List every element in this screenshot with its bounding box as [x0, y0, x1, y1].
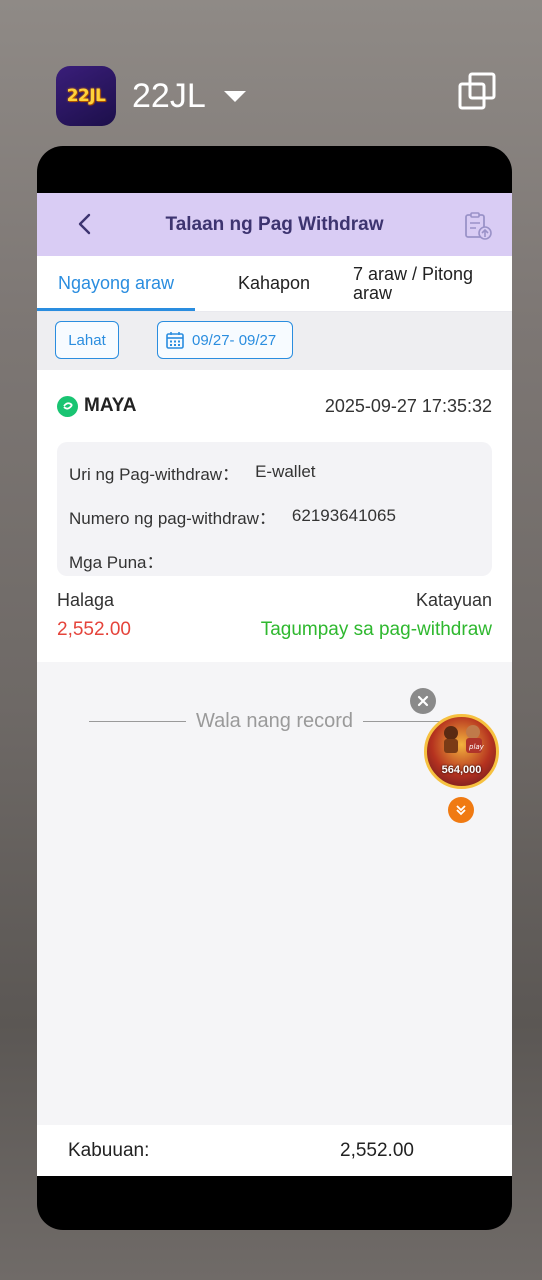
record-details: Uri ng Pag-withdraw： E-wallet Numero ng …: [57, 442, 492, 576]
app-preview-card[interactable]: Talaan ng Pag Withdraw Ngayong araw Kaha…: [37, 146, 512, 1230]
no-more-records-text: Wala nang record: [195, 710, 354, 732]
floating-game-ad[interactable]: play 564,000: [424, 714, 499, 789]
record-datetime: 2025-09-27 17:35:32: [324, 395, 492, 416]
page-title: Talaan ng Pag Withdraw: [165, 213, 384, 235]
record-header: MAYA 2025-09-27 17:35:32: [57, 370, 492, 442]
remarks-row: Mga Puna：: [69, 538, 480, 582]
tab-seven-days-label: 7 araw / Pitong araw: [353, 263, 474, 303]
total-bar: Kabuuan: 2,552.00: [37, 1125, 512, 1176]
date-range-text: 09/27- 09/27: [192, 331, 277, 349]
export-record-icon[interactable]: [463, 211, 493, 241]
tab-seven-days[interactable]: 7 araw / Pitong araw: [353, 256, 512, 311]
ad-amount-text: 564,000: [441, 764, 482, 776]
recents-app-header: 22JL 22JL: [56, 66, 246, 126]
filter-all-button[interactable]: Lahat: [55, 321, 119, 359]
total-label: Kabuuan:: [68, 1139, 150, 1161]
amount-label: Halaga: [57, 590, 115, 610]
filter-bar: Lahat 09/27- 09/27: [37, 312, 512, 370]
date-range-button[interactable]: 09/27- 09/27: [157, 321, 293, 359]
app-logo-text: 22JL: [66, 86, 106, 106]
status-label: Katayuan: [415, 590, 492, 610]
svg-text:play: play: [468, 743, 485, 751]
withdraw-type-row: Uri ng Pag-withdraw： E-wallet: [69, 450, 480, 494]
payment-method-name: MAYA: [84, 395, 137, 416]
back-arrow-icon[interactable]: [77, 213, 93, 235]
split-screen-icon[interactable]: [458, 72, 496, 110]
withdraw-number-value: 62193641065: [291, 506, 396, 525]
close-ad-icon[interactable]: [410, 688, 436, 714]
withdraw-type-value: E-wallet: [255, 462, 316, 481]
payment-method: MAYA: [57, 395, 136, 417]
app-logo[interactable]: 22JL: [56, 66, 116, 126]
amount-value: 2,552.00: [57, 619, 131, 640]
withdraw-number-label: Numero ng pag-withdraw：: [69, 508, 276, 528]
withdraw-number-row: Numero ng pag-withdraw： 62193641065: [69, 494, 480, 538]
tab-today[interactable]: Ngayong araw: [37, 256, 195, 311]
maya-logo-icon: [57, 395, 78, 417]
app-name[interactable]: 22JL: [132, 77, 206, 116]
chevron-double-down-icon[interactable]: [448, 797, 474, 823]
amount-status-labels: Halaga Katayuan: [57, 590, 492, 611]
top-bar: Talaan ng Pag Withdraw: [37, 193, 512, 256]
amount-status-values: 2,552.00 Tagumpay sa pag-withdraw: [57, 619, 492, 641]
chevron-down-icon[interactable]: [223, 90, 246, 102]
game-characters-icon: play: [444, 725, 485, 753]
app-screen: Talaan ng Pag Withdraw Ngayong araw Kaha…: [37, 193, 512, 1176]
calendar-icon: [166, 332, 184, 349]
remarks-label: Mga Puna：: [69, 552, 164, 572]
total-value: 2,552.00: [340, 1139, 414, 1161]
withdraw-record[interactable]: MAYA 2025-09-27 17:35:32 Uri ng Pag-with…: [37, 370, 512, 662]
tab-yesterday[interactable]: Kahapon: [195, 256, 353, 311]
withdraw-type-label: Uri ng Pag-withdraw：: [69, 464, 240, 484]
date-tabs: Ngayong araw Kahapon 7 araw / Pitong ara…: [37, 256, 512, 312]
divider-left: [88, 721, 186, 722]
status-value: Tagumpay sa pag-withdraw: [260, 619, 492, 640]
